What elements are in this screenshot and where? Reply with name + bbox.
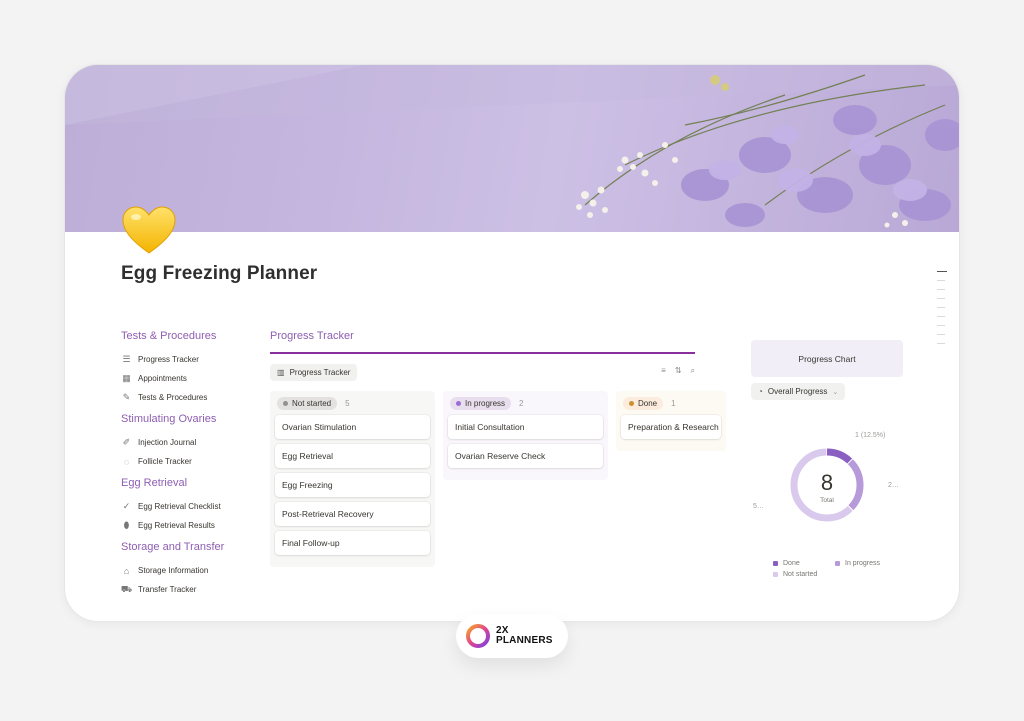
status-tag[interactable]: In progress [450, 396, 512, 410]
chart-view-tab[interactable]: ◔ Overall Progress ⌄ [751, 383, 846, 400]
calendar-icon: ▦ [122, 373, 131, 383]
sidebar-item-label: Injection Journal [138, 438, 197, 447]
donut-total-label: Total [820, 497, 834, 504]
column-header: Not started 5 [275, 396, 430, 410]
column-header: In progress 2 [448, 396, 603, 410]
yellow-heart-icon [122, 206, 176, 254]
column-header: Done 1 [621, 396, 721, 410]
section-heading-stimulating-ovaries[interactable]: Stimulating Ovaries [121, 413, 251, 427]
check-icon: ✓ [122, 501, 131, 511]
page-title: Egg Freezing Planner [121, 263, 318, 284]
legend-item-in-progress: In progress [835, 560, 880, 567]
status-tag[interactable]: Not started [277, 396, 338, 410]
chart-heading: Progress Chart [751, 340, 903, 377]
checklist-icon: ☰ [122, 354, 131, 364]
legend-label: In progress [845, 560, 881, 567]
column-count: 2 [519, 398, 524, 408]
sidebar-item-progress-tracker[interactable]: ☰ Progress Tracker [121, 350, 251, 369]
legend-swatch [773, 572, 778, 577]
board-card[interactable]: Ovarian Reserve Check [448, 444, 603, 468]
sidebar-item-label: Progress Tracker [138, 355, 199, 364]
board-card[interactable]: Ovarian Stimulation [275, 415, 430, 439]
board-column: Not started 5 Ovarian Stimulation Egg Retri… [270, 391, 435, 567]
board-column: Done 1 Preparation & Research [616, 391, 726, 451]
legend-swatch [835, 561, 840, 566]
sidebar-item-transfer-tracker[interactable]: ⛟ Transfer Tracker [121, 580, 251, 599]
chart-view-label: Overall Progress [767, 387, 828, 396]
status-label: In progress [465, 398, 506, 408]
progress-tracker-board: Progress Tracker ▥ Progress Tracker ≡ ⇅ … [270, 330, 726, 567]
progress-chart-panel: Progress Chart ◔ Overall Progress ⌄ 8 To… [751, 340, 903, 578]
tracker-heading: Progress Tracker [270, 330, 354, 342]
sidebar-navigation: Tests & Procedures ☰ Progress Tracker ▦ … [121, 330, 251, 599]
view-tab-label: Progress Tracker [289, 368, 351, 377]
sidebar-item-label: Tests & Procedures [138, 393, 208, 402]
egg-icon: ⬮ [123, 520, 130, 530]
board-view-tab[interactable]: ▥ Progress Tracker [270, 364, 358, 381]
legend-swatch [773, 561, 778, 566]
board-card[interactable]: Post-Retrieval Recovery [275, 502, 430, 526]
filter-icon[interactable]: ≡ [661, 366, 666, 376]
flower-cover-image [65, 65, 959, 232]
dashed-circle-icon: ◌ [123, 456, 130, 467]
status-label: Not started [292, 398, 332, 408]
progress-donut-chart[interactable]: 8 Total 1 (12.5%) 2… 5… [751, 430, 903, 550]
sidebar-item-tests-procedures[interactable]: ✎ Tests & Procedures [121, 388, 251, 407]
donut-total-value: 8 [821, 470, 833, 495]
heading-underline [270, 352, 695, 354]
label-done: 1 (12.5%) [855, 432, 885, 439]
brand-logo-icon [466, 624, 490, 648]
home-icon: ⌂ [123, 565, 130, 576]
sidebar-item-label: Follicle Tracker [138, 457, 192, 466]
board-card[interactable]: Preparation & Research [621, 415, 721, 439]
sidebar-item-label: Appointments [138, 374, 187, 383]
section-heading-storage-transfer[interactable]: Storage and Transfer [121, 541, 251, 555]
sidebar-item-egg-retrieval-results[interactable]: ⬮ Egg Retrieval Results [121, 516, 251, 535]
legend-label: Not started [783, 571, 818, 578]
board-icon: ▥ [277, 368, 285, 377]
section-heading-egg-retrieval[interactable]: Egg Retrieval [121, 477, 251, 491]
chevron-down-icon: ⌄ [832, 388, 839, 396]
notion-page-card: Egg Freezing Planner Tests & Procedures … [64, 64, 960, 622]
board-card[interactable]: Initial Consultation [448, 415, 603, 439]
brand-badge: 2X PLANNERS [456, 614, 568, 658]
sidebar-item-appointments[interactable]: ▦ Appointments [121, 369, 251, 388]
board-card[interactable]: Final Follow-up [275, 531, 430, 555]
legend-item-not-started: Not started [773, 571, 817, 578]
sidebar-item-label: Transfer Tracker [138, 585, 197, 594]
sidebar-item-follicle-tracker[interactable]: ◌ Follicle Tracker [121, 452, 251, 471]
label-not-started: 5… [753, 503, 764, 510]
sidebar-item-label: Egg Retrieval Checklist [138, 502, 221, 511]
column-count: 5 [345, 398, 350, 408]
status-dot [456, 400, 461, 406]
legend-item-done: Done [773, 560, 800, 567]
status-label: Done [638, 398, 658, 408]
status-tag[interactable]: Done [623, 396, 664, 410]
brand-name-line2: PLANNERS [496, 635, 553, 646]
board-toolbar: ≡ ⇅ ⌕ [661, 366, 695, 376]
sidebar-item-label: Egg Retrieval Results [138, 521, 215, 530]
syringe-icon: ✐ [122, 437, 131, 447]
column-count: 1 [671, 398, 676, 408]
board-card[interactable]: Egg Freezing [275, 473, 430, 497]
legend-label: Done [783, 560, 800, 567]
sidebar-item-label: Storage Information [138, 566, 209, 575]
status-dot [629, 400, 634, 406]
car-icon: ⛟ [120, 583, 133, 594]
section-heading-tests-procedures[interactable]: Tests & Procedures [121, 330, 251, 344]
label-in-progress: 2… [888, 482, 899, 489]
sidebar-item-injection-journal[interactable]: ✐ Injection Journal [121, 433, 251, 452]
board-column: In progress 2 Initial Consultation Ovarian … [443, 391, 608, 480]
sidebar-item-egg-retrieval-checklist[interactable]: ✓ Egg Retrieval Checklist [121, 497, 251, 516]
pencil-icon: ✎ [122, 392, 131, 402]
status-dot [283, 400, 288, 406]
sidebar-item-storage-information[interactable]: ⌂ Storage Information [121, 561, 251, 580]
board-card[interactable]: Egg Retrieval [275, 444, 430, 468]
search-icon[interactable]: ⌕ [691, 366, 695, 376]
chart-icon: ◔ [758, 387, 763, 396]
table-of-contents-indicator[interactable] [937, 271, 947, 352]
sort-icon[interactable]: ⇅ [675, 366, 682, 376]
